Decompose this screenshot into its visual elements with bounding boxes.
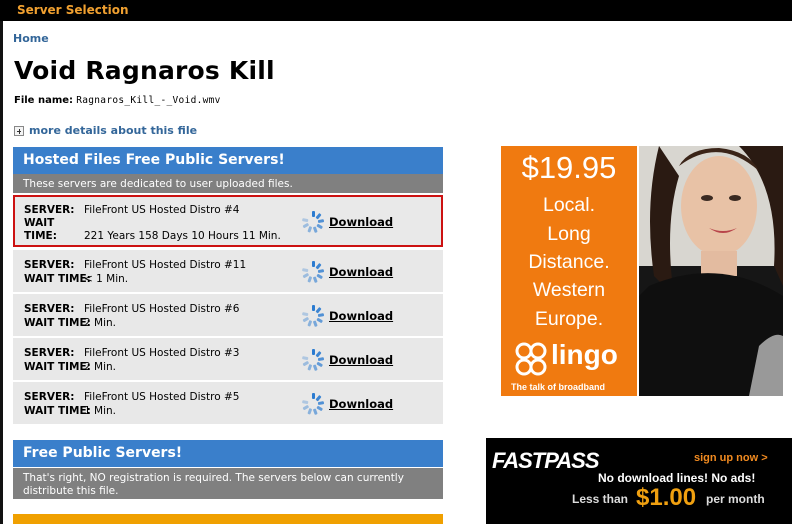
- top-bar: Server Selection: [0, 0, 792, 21]
- lingo-ad-price: $19.95: [521, 150, 617, 185]
- server-row: SERVER: FileFront US Hosted Distro #3 WAI…: [13, 338, 443, 381]
- hosted-servers-subtitle: These servers are dedicated to user uplo…: [13, 174, 443, 193]
- more-details-toggle[interactable]: more details about this file: [14, 124, 197, 137]
- fastpass-signup-link[interactable]: sign up now >: [694, 452, 768, 464]
- download-link[interactable]: Download: [329, 309, 393, 323]
- wait-time-value: 221 Years 158 Days 10 Hours 11 Min.: [84, 230, 281, 242]
- fastpass-price: $1.00: [636, 484, 697, 511]
- lingo-ad-banner[interactable]: $19.95 Local. Long Distance. Western Eur…: [501, 146, 783, 396]
- page-title: Void Ragnaros Kill: [14, 56, 275, 85]
- server-label: SERVER:: [24, 347, 75, 359]
- server-name: FileFront US Hosted Distro #4: [84, 204, 240, 216]
- left-edge-strip: [0, 21, 3, 524]
- server-name: FileFront US Hosted Distro #3: [84, 347, 240, 359]
- download-spinner-icon[interactable]: [301, 304, 325, 328]
- server-name: FileFront US Hosted Distro #11: [84, 259, 247, 271]
- breadcrumb-home-link[interactable]: Home: [13, 32, 49, 45]
- server-row: SERVER: FileFront US Hosted Distro #11 WA…: [13, 250, 443, 293]
- wait-time-label: WAIT TIME:: [24, 217, 57, 242]
- server-label: SERVER:: [24, 259, 75, 271]
- server-row: SERVER: FileFront US Hosted Distro #6 WAI…: [13, 294, 443, 337]
- fastpass-tagline: No download lines! No ads!: [598, 471, 756, 485]
- download-link[interactable]: Download: [329, 397, 393, 411]
- wait-time-label: WAIT TIME:: [24, 273, 91, 285]
- fastpass-logo: FASTPASS: [492, 448, 600, 473]
- download-spinner-icon[interactable]: [301, 210, 325, 234]
- server-name: FileFront US Hosted Distro #6: [84, 303, 240, 315]
- more-details-link[interactable]: more details about this file: [29, 124, 197, 137]
- download-button[interactable]: Download: [301, 210, 393, 234]
- server-row: SERVER: FileFront US Hosted Distro #5 WAI…: [13, 382, 443, 425]
- wait-time-label: WAIT TIME:: [24, 317, 91, 329]
- lingo-ad-line: Local.: [542, 194, 596, 216]
- download-link[interactable]: Download: [329, 353, 393, 367]
- server-label: SERVER:: [24, 391, 75, 403]
- wait-time-label: WAIT TIME:: [24, 361, 91, 373]
- lingo-brand: lingo: [551, 339, 618, 370]
- hosted-servers-header: Hosted Files Free Public Servers!: [13, 147, 443, 174]
- free-servers-subtitle: That's right, NO registration is require…: [13, 468, 443, 499]
- wait-time-value: 2 Min.: [84, 317, 116, 329]
- server-label: SERVER:: [24, 204, 75, 216]
- download-button[interactable]: Download: [301, 348, 393, 372]
- lingo-tagline: The talk of broadband: [511, 382, 606, 392]
- server-label: SERVER:: [24, 303, 75, 315]
- wait-time-value: 2 Min.: [84, 361, 116, 373]
- top-bar-title: Server Selection: [17, 3, 129, 17]
- wait-time-label: WAIT TIME:: [24, 405, 91, 417]
- lingo-ad-line: Long: [547, 223, 591, 245]
- lingo-woman-photo: [639, 146, 783, 396]
- server-name: FileFront US Hosted Distro #5: [84, 391, 240, 403]
- server-row: SERVER: FileFront US Hosted Distro #4 WAI…: [13, 195, 443, 247]
- download-spinner-icon[interactable]: [301, 348, 325, 372]
- lingo-ad-line: Europe.: [534, 308, 604, 330]
- wait-time-value: 1 Min.: [84, 405, 116, 417]
- wait-time-value: < 1 Min.: [84, 273, 129, 285]
- lingo-logo-icon: [515, 342, 547, 376]
- expand-plus-icon[interactable]: [14, 125, 24, 136]
- download-spinner-icon[interactable]: [301, 392, 325, 416]
- download-button[interactable]: Download: [301, 392, 393, 416]
- fastpass-ad-banner[interactable]: FASTPASS sign up now > No download lines…: [486, 438, 792, 524]
- free-servers-header: Free Public Servers!: [13, 440, 443, 467]
- download-link[interactable]: Download: [329, 215, 393, 229]
- download-link[interactable]: Download: [329, 265, 393, 279]
- download-button[interactable]: Download: [301, 260, 393, 284]
- fastpass-less-than: Less than: [572, 492, 629, 506]
- file-name: File name: Ragnaros_Kill_-_Void.wmv: [14, 95, 221, 106]
- file-name-label: File name:: [14, 95, 74, 106]
- fastpass-servers-header-strip: [13, 514, 443, 524]
- file-name-value: Ragnaros_Kill_-_Void.wmv: [76, 95, 221, 106]
- fastpass-per-month: per month: [706, 492, 765, 506]
- lingo-ad-line: Western: [532, 279, 606, 301]
- download-button[interactable]: Download: [301, 304, 393, 328]
- lingo-ad-line: Distance.: [528, 251, 610, 273]
- download-spinner-icon[interactable]: [301, 260, 325, 284]
